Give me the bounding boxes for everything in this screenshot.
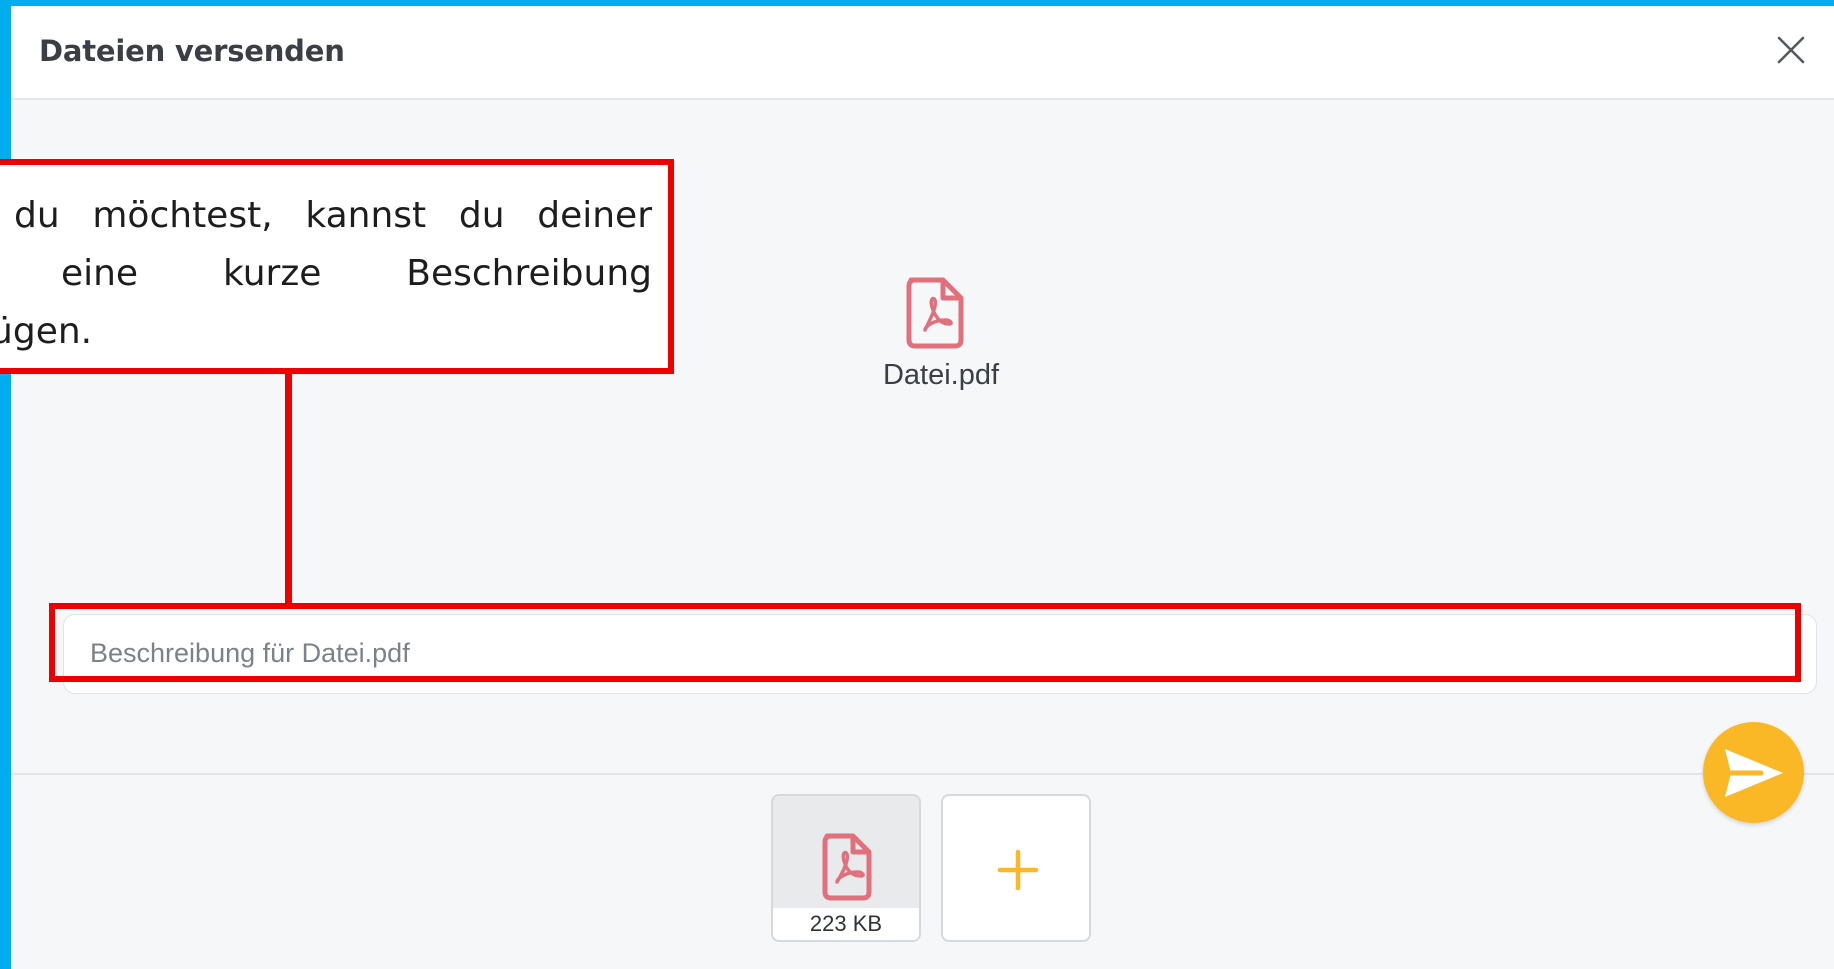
pdf-file-icon [901, 276, 969, 350]
preview-file-name: Datei.pdf [882, 359, 1000, 391]
send-button[interactable] [1703, 722, 1804, 823]
add-file-button[interactable] [941, 794, 1091, 942]
dialog-header: Dateien versenden [11, 6, 1834, 100]
divider [11, 773, 1834, 775]
close-button[interactable] [1771, 30, 1811, 70]
description-input[interactable] [90, 615, 1790, 691]
pdf-file-icon [822, 833, 872, 901]
attachment-size: 223 KB [773, 908, 919, 940]
close-icon [1777, 36, 1805, 64]
annotation-callout: Wenn du möchtest, kannst du deiner Datei… [0, 159, 674, 374]
annotation-connector [285, 374, 292, 606]
attachment-thumbnail[interactable]: 223 KB [771, 794, 921, 942]
annotation-text: Wenn du möchtest, kannst du deiner Datei… [0, 195, 652, 352]
dialog-title: Dateien versenden [39, 34, 345, 68]
send-icon [1725, 749, 1783, 797]
plus-icon [997, 849, 1039, 891]
description-field[interactable] [63, 614, 1817, 694]
